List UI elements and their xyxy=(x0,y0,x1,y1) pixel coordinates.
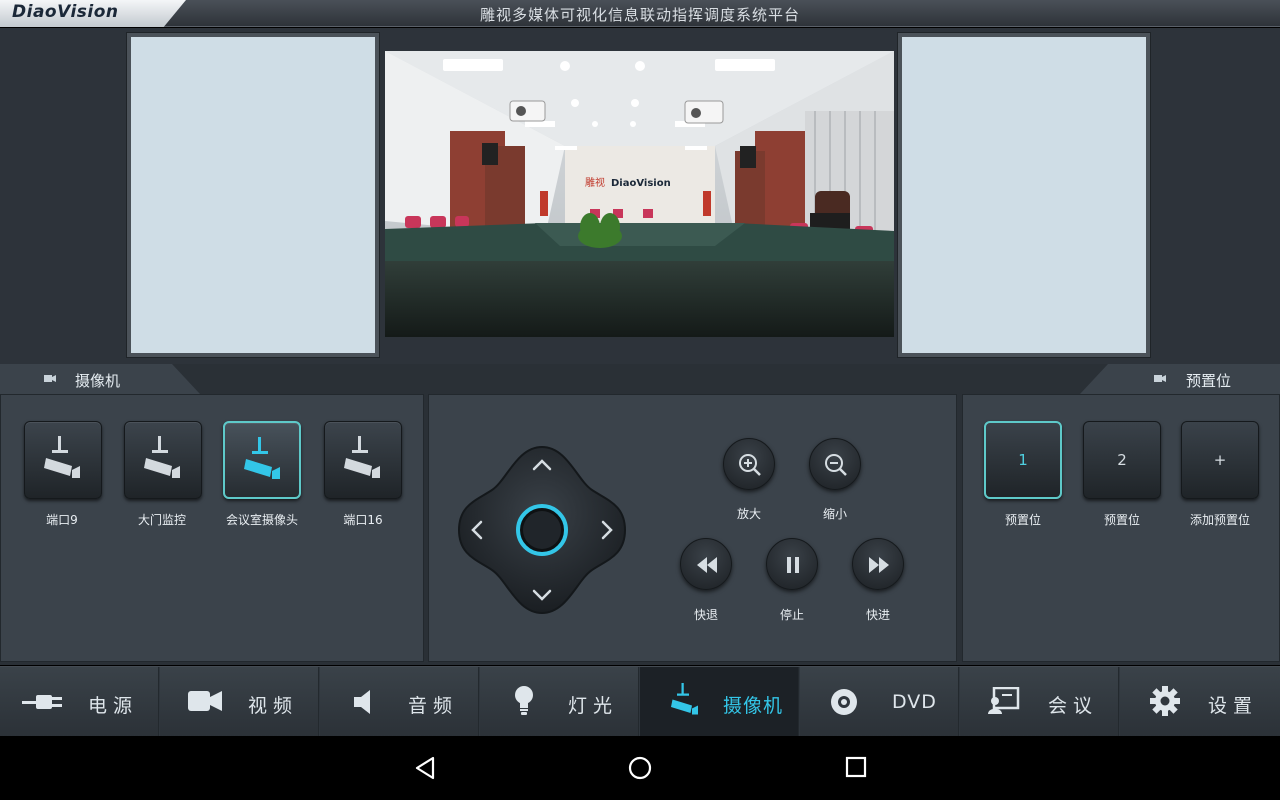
disc-icon xyxy=(831,689,857,715)
preset-button-2[interactable]: 2 xyxy=(1083,421,1161,499)
pause-icon xyxy=(787,557,799,573)
stop-button[interactable] xyxy=(766,538,818,590)
nav-item-settings[interactable]: 设置 xyxy=(1120,667,1280,737)
direction-pad[interactable] xyxy=(457,445,627,615)
fast-forward-icon xyxy=(869,557,889,573)
nav-label: 音频 xyxy=(408,695,459,717)
zoom-out-label: 缩小 xyxy=(822,507,847,521)
camera-small-icon xyxy=(1154,375,1166,382)
preset-button-1[interactable]: 1 xyxy=(984,421,1062,499)
rewind-icon xyxy=(697,557,717,573)
camera-label: 端口9 xyxy=(46,513,78,527)
nav-label: 电源 xyxy=(88,695,139,717)
meeting-icon xyxy=(988,687,1020,714)
svg-text:雕视: 雕视 xyxy=(585,176,605,189)
zoom-out-button[interactable] xyxy=(809,438,861,490)
nav-item-camera[interactable]: 摄像机 xyxy=(640,667,799,737)
camera-label: 端口16 xyxy=(343,513,383,527)
nav-label: 视频 xyxy=(248,695,299,717)
preset-label: 预置位 xyxy=(1004,513,1041,527)
add-preset-button[interactable]: + xyxy=(1181,421,1259,499)
speaker-icon xyxy=(354,690,370,714)
nav-item-meeting[interactable]: 会议 xyxy=(960,667,1119,737)
preset-section-tab: 预置位 xyxy=(1080,364,1280,394)
camera-button-port9[interactable] xyxy=(24,421,102,499)
ptz-control-panel: 放大 缩小 快退 停止 快进 xyxy=(428,394,957,662)
light-bulb-icon xyxy=(515,686,533,715)
camera-button-gate-monitor[interactable] xyxy=(124,421,202,499)
nav-label: 会议 xyxy=(1048,695,1099,717)
zoom-in-icon xyxy=(739,454,761,476)
nav-item-lights[interactable]: 灯光 xyxy=(480,667,639,737)
camera-label: 会议室摄像头 xyxy=(225,513,298,527)
bottom-navigation: 电源 视频 音频 灯光 摄像机 DVD 会议 设置 xyxy=(0,666,1280,737)
camera-section-tab: 摄像机 xyxy=(0,364,200,394)
camera-button-port16[interactable] xyxy=(324,421,402,499)
camera-label: 大门监控 xyxy=(137,513,186,527)
stop-label: 停止 xyxy=(779,608,804,622)
security-camera-icon xyxy=(44,436,80,478)
video-area: 雕视 DiaoVision xyxy=(0,28,1280,364)
title-bar: DiaoVision 雕视多媒体可视化信息联动指挥调度系统平台 xyxy=(0,0,1280,27)
camera-button-meeting-room[interactable] xyxy=(223,421,301,499)
camera-panel: 端口9 大门监控 会议室摄像头 端口16 xyxy=(0,394,424,662)
home-icon[interactable] xyxy=(628,756,652,780)
recents-icon[interactable] xyxy=(845,756,867,778)
security-camera-icon xyxy=(244,437,280,479)
nav-item-dvd[interactable]: DVD xyxy=(800,667,959,737)
camera-small-icon xyxy=(44,375,56,382)
zoom-in-label: 放大 xyxy=(736,507,761,521)
security-camera-icon xyxy=(344,436,380,478)
nav-item-power[interactable]: 电源 xyxy=(0,667,159,737)
rewind-button[interactable] xyxy=(680,538,732,590)
preset-panel: 1 预置位 2 预置位 + 添加预置位 xyxy=(962,394,1280,662)
plug-icon xyxy=(22,695,62,709)
fast-forward-label: 快进 xyxy=(865,608,890,622)
android-navigation-bar xyxy=(0,736,1280,800)
gear-icon xyxy=(1150,686,1180,716)
video-camera-icon xyxy=(188,691,222,711)
zoom-out-icon xyxy=(825,454,847,476)
preset-label: 预置位 xyxy=(1103,513,1140,527)
nav-label: 灯光 xyxy=(568,695,619,717)
add-preset-label: 添加预置位 xyxy=(1189,513,1250,527)
nav-item-video[interactable]: 视频 xyxy=(160,667,319,737)
nav-label: 摄像机 xyxy=(723,695,784,717)
preset-section-title: 预置位 xyxy=(1186,372,1232,390)
svg-text:DiaoVision: DiaoVision xyxy=(611,178,671,189)
camera-section-title: 摄像机 xyxy=(75,372,121,390)
nav-item-audio[interactable]: 音频 xyxy=(320,667,479,737)
nav-label: 设置 xyxy=(1208,695,1259,717)
right-video-screen[interactable] xyxy=(898,33,1150,357)
fast-forward-button[interactable] xyxy=(852,538,904,590)
left-video-screen[interactable] xyxy=(127,33,379,357)
app-title: 雕视多媒体可视化信息联动指挥调度系统平台 xyxy=(479,6,800,24)
zoom-in-button[interactable] xyxy=(723,438,775,490)
rewind-label: 快退 xyxy=(693,608,718,622)
nav-label: DVD xyxy=(892,691,937,713)
back-icon[interactable] xyxy=(413,756,437,780)
control-area: 摄像机 预置位 端口9 大门监控 会议室摄像头 端口16 放大 缩小 快退 停止… xyxy=(0,364,1280,665)
security-camera-icon xyxy=(144,436,180,478)
security-camera-icon xyxy=(671,683,698,715)
main-video-feed[interactable]: 雕视 DiaoVision xyxy=(385,51,894,337)
conference-room-image: 雕视 DiaoVision xyxy=(385,51,894,337)
